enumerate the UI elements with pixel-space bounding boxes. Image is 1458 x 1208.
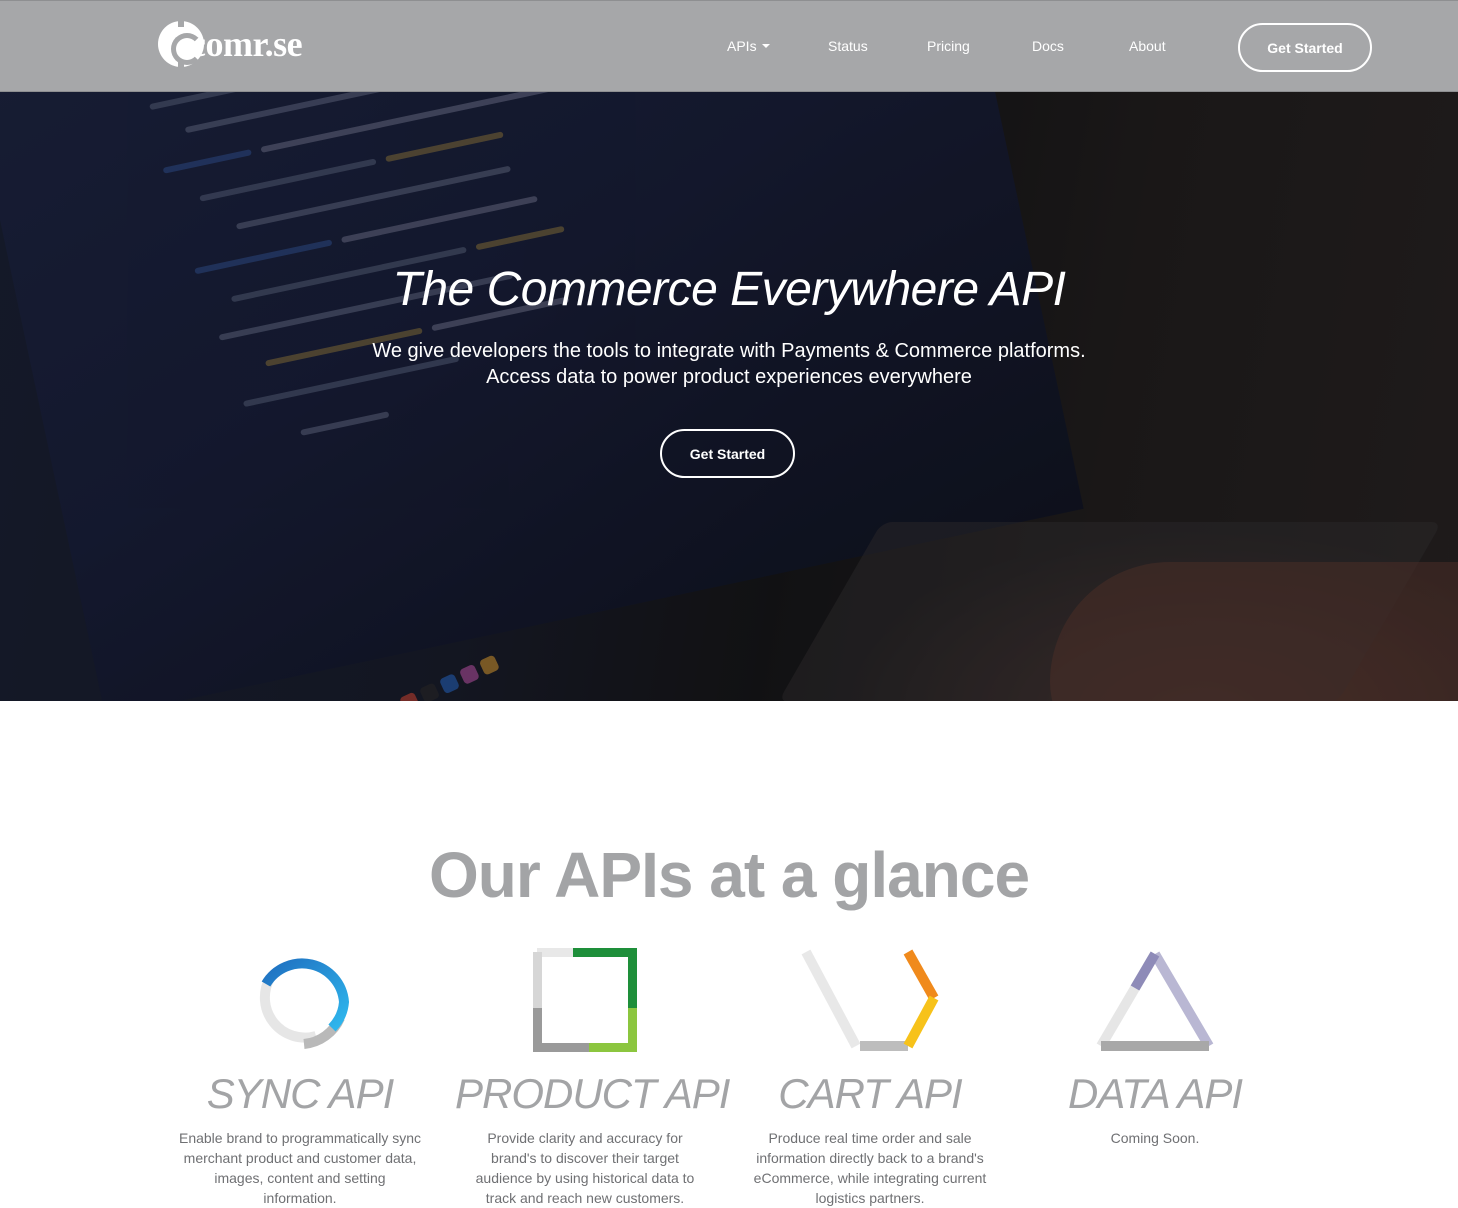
cart-api-icon bbox=[801, 949, 939, 1051]
brand-name: comr.se bbox=[190, 24, 303, 64]
comrse-logo-icon bbox=[158, 19, 204, 69]
hero-subtitle-line-2: Access data to power product experiences… bbox=[486, 366, 972, 388]
chevron-down-icon bbox=[761, 44, 770, 48]
api-card-cart: CART API Produce real time order and sal… bbox=[740, 948, 1000, 1208]
api-name: PRODUCT API bbox=[455, 1070, 730, 1117]
product-api-icon bbox=[533, 948, 637, 1052]
api-name: CART API bbox=[778, 1070, 962, 1117]
nav-item-pricing[interactable]: Pricing bbox=[927, 38, 970, 54]
api-name: SYNC API bbox=[206, 1070, 395, 1117]
hero-get-started-button[interactable]: Get Started bbox=[660, 429, 795, 478]
api-card-sync: SYNC API Enable brand to programmaticall… bbox=[170, 948, 430, 1208]
hero-title: The Commerce Everywhere API bbox=[392, 263, 1066, 316]
hero-subtitle-line-1: We give developers the tools to integrat… bbox=[372, 340, 1086, 362]
top-navbar: comr.se APIs Status Pricing Docs About G… bbox=[0, 0, 1458, 92]
api-description: Enable brand to programmatically sync me… bbox=[178, 1130, 421, 1206]
hero-subtitle: We give developers the tools to integrat… bbox=[0, 338, 1458, 390]
apis-section-title: Our APIs at a glance bbox=[428, 839, 1030, 911]
api-description: Provide clarity and accuracy for brand's… bbox=[475, 1130, 695, 1206]
api-card-product: PRODUCT API Provide clarity and accuracy… bbox=[455, 948, 730, 1208]
api-name: DATA API bbox=[1067, 1070, 1243, 1117]
api-description: Coming Soon. bbox=[1110, 1130, 1200, 1146]
nav-item-apis-label: APIs bbox=[727, 38, 757, 54]
nav-item-about[interactable]: About bbox=[1129, 38, 1166, 54]
brand-logo[interactable]: comr.se bbox=[158, 19, 303, 69]
hero-section: The Commerce Everywhere API We give deve… bbox=[0, 92, 1458, 701]
nav-item-apis[interactable]: APIs bbox=[727, 38, 770, 54]
nav-get-started-button[interactable]: Get Started bbox=[1238, 23, 1372, 72]
nav-item-docs[interactable]: Docs bbox=[1032, 38, 1064, 54]
data-api-icon bbox=[1096, 951, 1214, 1051]
sync-api-icon bbox=[259, 958, 350, 1049]
api-description: Produce real time order and sale informa… bbox=[753, 1130, 987, 1206]
api-card-data: DATA API Coming Soon. bbox=[1025, 948, 1285, 1148]
nav-item-status[interactable]: Status bbox=[828, 38, 868, 54]
hero-overlay bbox=[0, 92, 1458, 701]
